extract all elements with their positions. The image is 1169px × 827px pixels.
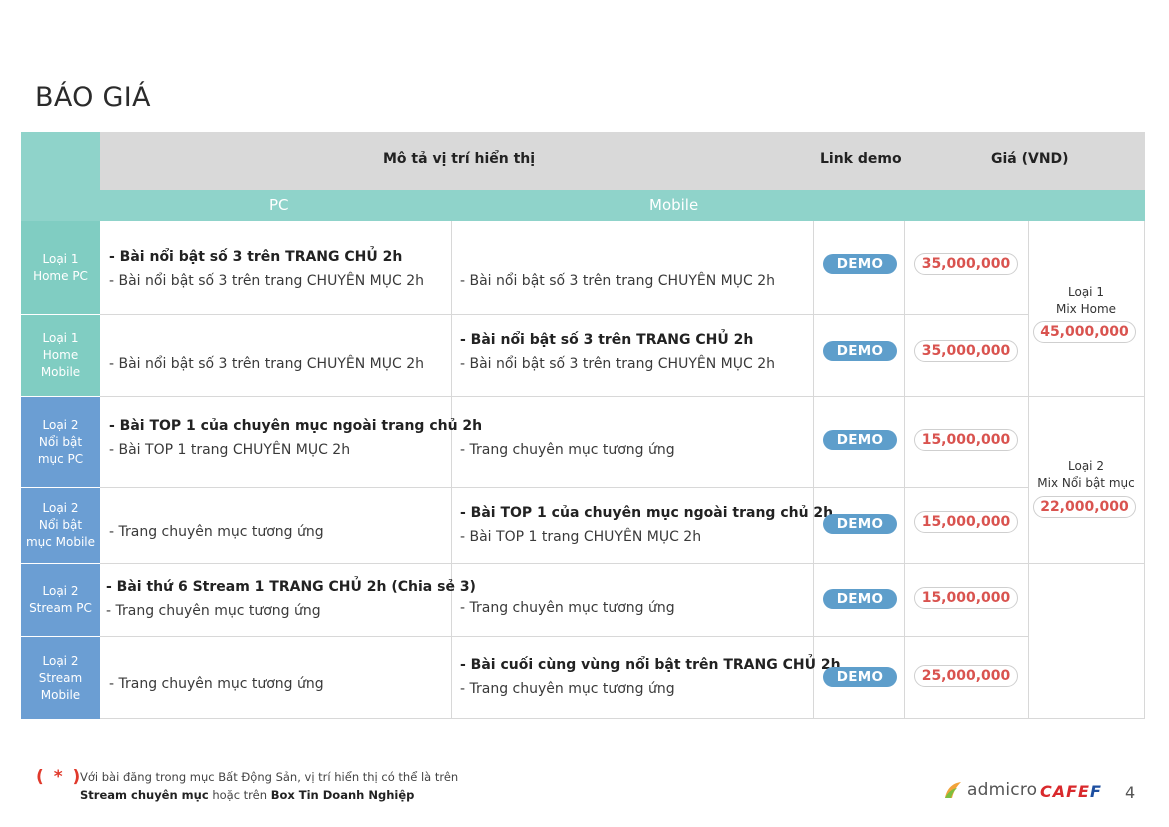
row-label-loai2-noibat-mobile: Loại 2 Nổi bật mục Mobile bbox=[21, 488, 100, 564]
pc-description: - Bài TOP 1 của chuyên mục ngoài trang c… bbox=[109, 414, 482, 462]
demo-button[interactable]: DEMO bbox=[823, 667, 897, 687]
mobile-line: - Trang chuyên mục tương ứng bbox=[460, 442, 675, 458]
admicro-leaf-icon bbox=[945, 782, 961, 798]
row-label-text: Loại 1 Home PC bbox=[33, 251, 88, 283]
mobile-line: - Bài nổi bật số 3 trên trang CHUYÊN MỤC… bbox=[460, 273, 775, 289]
cafef-part1: CAFE bbox=[1040, 782, 1090, 801]
mobile-bold-line: - Bài cuối cùng vùng nổi bật trên TRANG … bbox=[460, 657, 841, 673]
subheader-corner bbox=[21, 190, 100, 221]
mobile-description: - Bài TOP 1 của chuyên mục ngoài trang c… bbox=[460, 501, 833, 549]
row-label-text: Loại 1 Home Mobile bbox=[40, 331, 81, 379]
subheader-mobile: Mobile bbox=[649, 196, 699, 214]
mobile-description: - Bài cuối cùng vùng nổi bật trên TRANG … bbox=[460, 653, 841, 701]
row-divider-2 bbox=[100, 396, 1145, 397]
row-divider-1 bbox=[100, 314, 1028, 315]
price-pill: 15,000,000 bbox=[914, 587, 1018, 609]
pc-description: - Trang chuyên mục tương ứng bbox=[109, 672, 324, 696]
row-label-text: Loại 2 Stream PC bbox=[29, 584, 92, 615]
footnote-mark: ( * ) bbox=[36, 767, 83, 787]
demo-button[interactable]: DEMO bbox=[823, 254, 897, 274]
col-divider-demo-price bbox=[904, 221, 905, 719]
mobile-bold-line: - Bài nổi bật số 3 trên TRANG CHỦ 2h bbox=[460, 332, 754, 348]
row-label-text: Loại 2 Nổi bật mục Mobile bbox=[25, 501, 96, 549]
footnote-mid: hoặc trên bbox=[208, 788, 271, 802]
header-description: Mô tả vị trí hiển thị bbox=[383, 151, 536, 167]
pc-description: - Bài nổi bật số 3 trên TRANG CHỦ 2h - B… bbox=[109, 245, 424, 293]
mobile-line: - Trang chuyên mục tương ứng bbox=[460, 681, 675, 697]
mix-home-price: 45,000,000 bbox=[1033, 321, 1136, 343]
mobile-description: - Trang chuyên mục tương ứng bbox=[460, 596, 675, 620]
header-link-demo: Link demo bbox=[820, 151, 902, 167]
pc-line: - Bài nổi bật số 3 trên trang CHUYÊN MỤC… bbox=[109, 356, 424, 372]
mobile-description: - Trang chuyên mục tương ứng bbox=[460, 438, 675, 462]
price-pill: 35,000,000 bbox=[914, 340, 1018, 362]
pc-bold-line: - Bài thứ 6 Stream 1 TRANG CHỦ 2h (Chia … bbox=[106, 579, 476, 595]
price-pill: 35,000,000 bbox=[914, 253, 1018, 275]
row-divider-5 bbox=[100, 636, 1028, 637]
pc-description: - Bài thứ 6 Stream 1 TRANG CHỦ 2h (Chia … bbox=[106, 575, 476, 623]
mobile-description: - Bài nổi bật số 3 trên TRANG CHỦ 2h - B… bbox=[460, 328, 775, 376]
row-label-loai2-stream-mobile: Loại 2 Stream Mobile bbox=[21, 637, 100, 719]
page-number: 4 bbox=[1125, 783, 1136, 802]
col-divider-pc-mobile bbox=[451, 221, 452, 719]
row-label-text: Loại 2 Stream Mobile bbox=[38, 653, 83, 702]
mix-noibat-price: 22,000,000 bbox=[1033, 496, 1136, 518]
row-label-text: Loại 2 Nổi bật mục PC bbox=[37, 417, 84, 466]
pc-line: - Trang chuyên mục tương ứng bbox=[106, 603, 321, 619]
admicro-logo: admicro bbox=[943, 780, 1037, 800]
footnote-bold-stream: Stream chuyên mục bbox=[80, 788, 209, 802]
pc-line: - Bài TOP 1 trang CHUYÊN MỤC 2h bbox=[109, 442, 351, 458]
row-label-loai2-stream-pc: Loại 2 Stream PC bbox=[21, 564, 100, 637]
cafef-logo: CAFEF bbox=[1040, 782, 1102, 801]
pc-description: - Trang chuyên mục tương ứng bbox=[109, 520, 324, 544]
demo-button[interactable]: DEMO bbox=[823, 589, 897, 609]
row-divider-4 bbox=[100, 563, 1145, 564]
footnote-line2: Stream chuyên mục hoặc trên Box Tin Doan… bbox=[80, 786, 458, 804]
pc-bold-line: - Bài nổi bật số 3 trên TRANG CHỦ 2h bbox=[109, 249, 403, 265]
row-label-loai2-noibat-pc: Loại 2 Nổi bật mục PC bbox=[21, 397, 100, 488]
row-label-loai1-home-mobile: Loại 1 Home Mobile bbox=[21, 315, 100, 397]
price-pill: 25,000,000 bbox=[914, 665, 1018, 687]
pc-line: - Trang chuyên mục tương ứng bbox=[109, 676, 324, 692]
demo-button[interactable]: DEMO bbox=[823, 514, 897, 534]
mobile-line: - Bài nổi bật số 3 trên trang CHUYÊN MỤC… bbox=[460, 356, 775, 372]
pc-line: - Trang chuyên mục tương ứng bbox=[109, 524, 324, 540]
mobile-line: - Bài TOP 1 trang CHUYÊN MỤC 2h bbox=[460, 529, 702, 545]
header-price: Giá (VND) bbox=[991, 151, 1069, 167]
mobile-description: - Bài nổi bật số 3 trên trang CHUYÊN MỤC… bbox=[460, 269, 775, 293]
demo-button[interactable]: DEMO bbox=[823, 430, 897, 450]
subheader-bar bbox=[100, 190, 1145, 221]
table-border-right bbox=[1144, 221, 1145, 719]
pc-line: - Bài nổi bật số 3 trên trang CHUYÊN MỤC… bbox=[109, 273, 424, 289]
footnote-bold-box: Box Tin Doanh Nghiệp bbox=[270, 788, 415, 802]
demo-button[interactable]: DEMO bbox=[823, 341, 897, 361]
table-border-bottom bbox=[100, 718, 1145, 719]
pc-description: - Bài nổi bật số 3 trên trang CHUYÊN MỤC… bbox=[109, 352, 424, 376]
mix-home-label: Loại 1 Mix Home bbox=[1055, 285, 1117, 316]
subheader-pc: PC bbox=[269, 196, 289, 214]
mobile-line: - Trang chuyên mục tương ứng bbox=[460, 600, 675, 616]
row-divider-3 bbox=[100, 487, 1028, 488]
pc-bold-line: - Bài TOP 1 của chuyên mục ngoài trang c… bbox=[109, 418, 483, 434]
admicro-text: admicro bbox=[967, 780, 1038, 800]
mix-noibat-label: Loại 2 Mix Nổi bật mục bbox=[1037, 459, 1135, 490]
price-table: Mô tả vị trí hiển thị Link demo Giá (VND… bbox=[21, 132, 1145, 719]
header-bar bbox=[100, 132, 1145, 190]
row-label-loai1-home-pc: Loại 1 Home PC bbox=[21, 221, 100, 315]
footnote: Với bài đăng trong mục Bất Động Sản, vị … bbox=[80, 768, 458, 804]
col-divider-mobile-demo bbox=[813, 221, 814, 719]
page-title: BÁO GIÁ bbox=[35, 82, 151, 113]
mobile-bold-line: - Bài TOP 1 của chuyên mục ngoài trang c… bbox=[460, 505, 834, 521]
price-pill: 15,000,000 bbox=[914, 511, 1018, 533]
price-pill: 15,000,000 bbox=[914, 429, 1018, 451]
footnote-line1: Với bài đăng trong mục Bất Động Sản, vị … bbox=[80, 770, 459, 784]
header-corner bbox=[21, 132, 100, 190]
cafef-part2: F bbox=[1089, 782, 1102, 801]
